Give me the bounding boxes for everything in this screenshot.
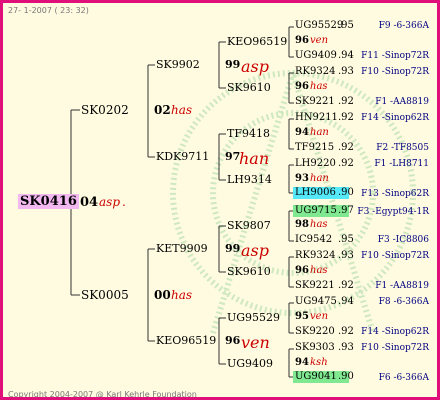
gen3-race: ven [310, 35, 329, 46]
gen4-id[interactable]: SK9221 [295, 97, 335, 107]
gen4-code: F14 -Sinop62R [361, 327, 429, 337]
gen4-num: .90 [338, 187, 354, 198]
gen3-race: has [310, 81, 328, 92]
root-dot: . [122, 195, 126, 209]
gen2-race: asp [241, 241, 269, 260]
gen3-year: 96 [295, 35, 309, 46]
gen1-id[interactable]: SK0202 [81, 104, 129, 116]
gen3-id[interactable]: SK9610 [227, 82, 271, 93]
gen4-code: F9 -6-366A [378, 21, 429, 31]
gen3-race: han [310, 127, 329, 138]
gen4-id[interactable]: UG9409 [295, 51, 337, 61]
gen4-code: F1 -AA8819 [375, 281, 429, 291]
gen3-year: 96 [295, 265, 309, 276]
gen3-id[interactable]: UG95529 [227, 312, 280, 323]
gen4-id[interactable]: SK9303 [295, 343, 335, 353]
gen4-code: F1 -AA8819 [375, 97, 429, 107]
gen4-num: .90 [338, 371, 354, 382]
gen4-num: .92 [338, 142, 354, 153]
gen3-race: has [310, 265, 328, 276]
gen2-id[interactable]: SK9902 [156, 59, 200, 70]
gen4-id: LH9006 [295, 187, 336, 198]
gen1-year: 02 [154, 103, 171, 117]
gen3-race: ven [310, 311, 329, 322]
gen2-id[interactable]: KDK9711 [156, 151, 209, 162]
gen4-code: F10 -Sinop72R [361, 251, 429, 261]
gen3-id[interactable]: UG9409 [227, 358, 273, 369]
gen4-id[interactable]: LH9220 [295, 159, 336, 169]
gen3-year: 95 [295, 311, 309, 322]
gen4-code: F13 -Sinop62R [361, 189, 429, 199]
gen1-race: has [171, 103, 193, 117]
gen4-id[interactable]: UG95529 [295, 21, 343, 31]
gen2-year: 99 [225, 242, 241, 255]
gen4-code: F10 -Sinop72R [361, 343, 429, 353]
gen4-id[interactable]: SK9220 [295, 327, 335, 337]
gen4-id: UG9715 [295, 205, 337, 216]
gen4-code: F3 -IC8806 [377, 235, 429, 245]
gen2-year: 99 [225, 58, 241, 71]
root-year: 04 [80, 195, 99, 210]
pedigree-frame: 27- 1-2007 ( 23: 32) Copyright 2004-2007… [0, 0, 440, 400]
gen3-year: 94 [295, 127, 309, 138]
gen1-year: 00 [154, 288, 171, 302]
gen4-code: F3 -Egypt94-1R [357, 207, 429, 217]
gen4-num: .94 [338, 50, 354, 61]
gen4-id-highlighted[interactable]: UG9041.90 [293, 371, 354, 383]
gen2-race: asp [241, 57, 269, 76]
gen4-id-highlighted[interactable]: LH9006.90 [293, 187, 354, 199]
gen4-code: F11 -Sinop72R [361, 51, 429, 61]
gen1-id[interactable]: SK0005 [81, 289, 129, 301]
gen4-id[interactable]: HN9211 [295, 113, 338, 123]
gen4-id[interactable]: SK9221 [295, 281, 335, 291]
gen2-id[interactable]: KET9909 [156, 243, 208, 254]
gen3-year: 93 [295, 173, 309, 184]
gen4-id: UG9041 [295, 371, 337, 382]
gen3-race: han [310, 173, 329, 184]
gen4-num: .92 [338, 326, 354, 337]
gen4-num: .97 [338, 205, 354, 216]
gen3-year: 94 [295, 357, 309, 368]
header-date: 27- 1-2007 ( 23: 32) [8, 6, 89, 15]
gen4-code: F10 -Sinop72R [361, 67, 429, 77]
gen4-num: .92 [338, 158, 354, 169]
gen4-code: F2 -TF8505 [376, 143, 429, 153]
gen3-id[interactable]: KEO96519 [227, 36, 287, 47]
gen4-code: F14 -Sinop62R [361, 113, 429, 123]
gen2-race: han [239, 149, 270, 168]
gen1-race: has [171, 288, 193, 302]
gen3-year: 98 [295, 219, 309, 230]
gen4-num: .95 [338, 20, 354, 31]
gen4-num: .94 [338, 296, 354, 307]
gen4-num: .95 [338, 234, 354, 245]
gen3-id[interactable]: SK9610 [227, 266, 271, 277]
gen3-id[interactable]: LH9314 [227, 174, 272, 185]
gen3-id[interactable]: TF9418 [227, 128, 270, 139]
gen2-id[interactable]: KEO96519 [156, 335, 216, 346]
gen3-race: has [310, 219, 328, 230]
gen4-num: .92 [338, 280, 354, 291]
gen4-id[interactable]: UG9475 [295, 297, 337, 307]
gen4-id[interactable]: TF9215 [295, 143, 334, 153]
gen4-code: F6 -6-366A [378, 373, 429, 383]
gen4-code: F8 -6-366A [378, 297, 429, 307]
gen4-code: F1 -LH8711 [374, 159, 429, 169]
gen4-id-highlighted[interactable]: UG9715.97 [293, 205, 354, 217]
gen3-year: 96 [295, 81, 309, 92]
root-id[interactable]: SK0416 [18, 194, 79, 209]
copyright-footer: Copyright 2004-2007 @ Karl Kehrle Founda… [8, 390, 197, 399]
gen4-num: .93 [338, 342, 354, 353]
gen2-race: ven [241, 333, 270, 352]
gen4-num: .92 [338, 112, 354, 123]
gen4-num: .92 [338, 96, 354, 107]
root-race: asp [99, 195, 120, 209]
gen4-num: .93 [338, 250, 354, 261]
gen3-id[interactable]: SK9807 [227, 220, 271, 231]
gen4-id[interactable]: RK9324 [295, 251, 335, 261]
gen3-race: ksh [310, 357, 328, 368]
gen4-id[interactable]: RK9324 [295, 67, 335, 77]
gen2-year: 96 [225, 334, 241, 347]
gen4-id[interactable]: IC9542 [295, 235, 332, 245]
gen4-num: .93 [338, 66, 354, 77]
